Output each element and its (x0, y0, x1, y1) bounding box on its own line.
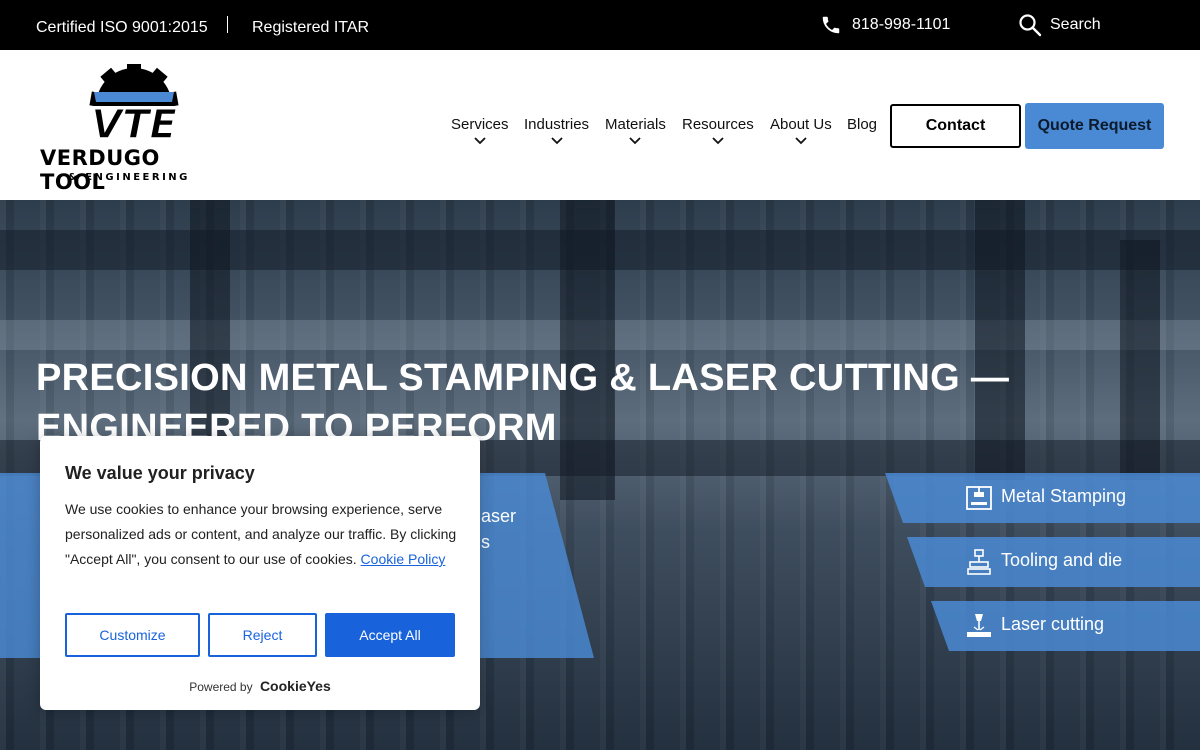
service-label: Laser cutting (1001, 614, 1105, 634)
top-bar: Certified ISO 9001:2015 Registered ITAR … (0, 0, 1200, 50)
nav-blog[interactable]: Blog (847, 116, 877, 133)
service-laser-cutting[interactable]: Laser cutting (931, 601, 1200, 651)
powered-by-label: Powered by (189, 680, 253, 694)
lead-fragment: aser (481, 506, 517, 526)
cookie-message: We use cookies to enhance your browsing … (65, 497, 460, 572)
search-label: Search (1050, 16, 1101, 33)
service-label: Metal Stamping (1001, 486, 1127, 506)
chevron-down-icon (474, 137, 486, 145)
cookie-policy-link[interactable]: Cookie Policy (361, 551, 446, 567)
quote-request-button[interactable]: Quote Request (1025, 103, 1164, 149)
site-logo[interactable]: VTE VERDUGO TOOL & ENGINEERING (38, 64, 230, 194)
nav-resources[interactable]: Resources (682, 116, 754, 145)
reject-button[interactable]: Reject (208, 613, 317, 657)
logo-line-2: & ENGINEERING (68, 172, 190, 183)
service-metal-stamping[interactable]: Metal Stamping (885, 473, 1200, 523)
customize-button[interactable]: Customize (65, 613, 200, 657)
nav-label: Materials (605, 116, 666, 133)
die-icon (967, 549, 991, 575)
press-icon (966, 486, 992, 510)
nav-label: Industries (524, 116, 590, 133)
chevron-down-icon (629, 137, 642, 145)
accept-all-button[interactable]: Accept All (325, 613, 455, 657)
service-tooling-and-die[interactable]: Tooling and die (907, 537, 1200, 587)
nav-label: About Us (770, 116, 832, 133)
nav-label: Blog (847, 116, 878, 133)
search-icon (1019, 14, 1042, 37)
itar-registration: Registered ITAR (252, 19, 370, 36)
search-link[interactable]: Search (1018, 13, 1101, 37)
nav-materials[interactable]: Materials (605, 116, 666, 145)
nav-services[interactable]: Services (451, 116, 509, 145)
topbar-divider (227, 16, 228, 33)
nav-industries[interactable]: Industries (524, 116, 589, 145)
powered-by: Powered by CookieYes (40, 678, 480, 694)
cookie-title: We value your privacy (65, 463, 255, 483)
lead-fragment: s (481, 532, 490, 552)
cookieyes-logo: CookieYes (259, 678, 331, 694)
laser-icon (967, 614, 991, 637)
site-header: VTE VERDUGO TOOL & ENGINEERING Services … (0, 50, 1200, 200)
machine-post (1120, 240, 1160, 480)
iso-certification: Certified ISO 9001:2015 (36, 19, 208, 36)
cookie-consent-banner: We value your privacy We use cookies to … (40, 436, 480, 710)
chevron-down-icon (712, 137, 724, 145)
phone-link[interactable]: 818-998-1101 (820, 13, 950, 37)
phone-icon (822, 16, 840, 34)
nav-label: Resources (682, 116, 754, 133)
svg-text:VTE: VTE (91, 102, 177, 146)
gear-logo-icon: VTE (88, 64, 180, 146)
logo-line-1: VERDUGO TOOL (40, 146, 160, 194)
contact-button[interactable]: Contact (890, 104, 1021, 148)
service-label: Tooling and die (1001, 550, 1123, 570)
chevron-down-icon (795, 137, 807, 145)
machine-post (560, 200, 615, 500)
phone-number: 818-998-1101 (852, 16, 951, 33)
chevron-down-icon (550, 137, 563, 145)
nav-label: Services (451, 116, 509, 133)
nav-about-us[interactable]: About Us (770, 116, 832, 145)
